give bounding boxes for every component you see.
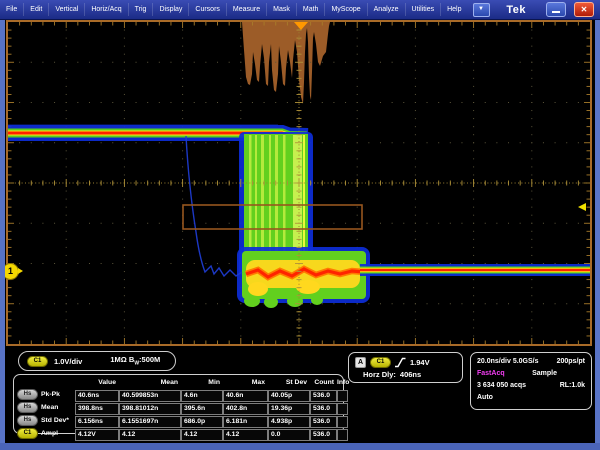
meas-cell: 398.8ns — [75, 403, 119, 415]
window-border-left — [0, 19, 5, 450]
menu-mask[interactable]: Mask — [267, 3, 297, 16]
trigger-source-badge[interactable]: C1 — [370, 357, 391, 368]
trigger-readout-panel[interactable]: A C1 1.94V Horz Dly: 406ns — [348, 352, 463, 383]
meas-cell: 536.0 — [310, 403, 337, 415]
menu-utilities[interactable]: Utilities — [406, 3, 442, 16]
col-header-min: Min — [181, 377, 223, 389]
measurement-table-panel: Value Mean Min Max St Dev Count Info Hs … — [13, 374, 344, 434]
meas-cell: 536.0 — [310, 390, 337, 402]
histogram-source-badge[interactable]: Hs — [17, 402, 38, 413]
resolution-value: 200ps/pt — [557, 356, 585, 368]
channel1-scale: 1.0V/div — [54, 357, 82, 366]
meas-cell: 40.6n — [223, 390, 268, 402]
chevron-down-icon: ▼ — [478, 6, 484, 12]
waveform-display — [8, 22, 590, 344]
menu-myscope[interactable]: MyScope — [325, 3, 367, 16]
menu-vertical[interactable]: Vertical — [49, 3, 85, 16]
time-histogram — [242, 22, 330, 104]
menu-bar: File Edit Vertical Horiz/Acq Trig Displa… — [0, 0, 600, 20]
window-border-right — [595, 19, 600, 450]
meas-cell: 40.599853n — [119, 390, 181, 402]
trigger-level-marker[interactable] — [578, 203, 586, 211]
menu-measure[interactable]: Measure — [227, 3, 267, 16]
meas-cell: 4.6n — [181, 390, 223, 402]
meas-cell — [337, 403, 348, 415]
acq-count: 3 634 050 acqs — [477, 380, 526, 392]
col-header-info: Info — [337, 377, 348, 389]
window-border-bottom — [0, 443, 600, 450]
menu-analyze[interactable]: Analyze — [368, 3, 406, 16]
col-header-mean: Mean — [119, 377, 181, 389]
trigger-level-value: 1.94V — [410, 358, 430, 367]
menu-file[interactable]: File — [0, 3, 24, 16]
acquisition-readout-panel[interactable]: 20.0ns/div 5.0GS/s 200ps/pt FastAcq Samp… — [470, 352, 592, 410]
meas-cell — [337, 390, 348, 402]
col-header-value: Value — [75, 377, 119, 389]
col-header-max: Max — [223, 377, 268, 389]
timebase-value: 20.0ns/div 5.0GS/s — [477, 356, 539, 368]
titlebar-right: Tek ✕ — [506, 2, 600, 17]
trigger-a-badge: A — [355, 357, 366, 368]
meas-cell: 4.938p — [268, 416, 310, 428]
meas-cell: 686.0p — [181, 416, 223, 428]
horz-delay-value: 406ns — [400, 370, 421, 379]
meas-cell — [337, 416, 348, 428]
close-button[interactable]: ✕ — [574, 2, 594, 17]
meas-cell: 4.12 — [223, 429, 268, 441]
menu-help[interactable]: Help — [441, 3, 467, 16]
horz-delay-label: Horz Dly: — [363, 370, 396, 379]
meas-row-label: Hs Mean — [17, 402, 75, 413]
channel1-source-badge[interactable]: C1 — [17, 428, 38, 439]
graticule-crosshair — [8, 22, 590, 344]
meas-cell: 40.05p — [268, 390, 310, 402]
col-header-count: Count — [310, 377, 337, 389]
meas-cell: 402.8n — [223, 403, 268, 415]
meas-cell: 4.12 — [119, 429, 181, 441]
meas-cell: 6.181n — [223, 416, 268, 428]
histogram-source-badge[interactable]: Hs — [17, 415, 38, 426]
oscilloscope-screen: { "window": { "logo": "Tek" }, "icons": … — [0, 0, 600, 450]
menu-horiz-acq[interactable]: Horiz/Acq — [85, 3, 128, 16]
histogram-source-badge[interactable]: Hs — [17, 389, 38, 400]
channel1-arrow-icon — [18, 268, 23, 274]
trace-low-level-noise — [237, 247, 370, 308]
rising-edge-icon — [395, 357, 406, 368]
meas-cell: 6.1551697n — [119, 416, 181, 428]
meas-row-label: Hs Pk-Pk — [17, 389, 75, 400]
trigger-mode: Auto — [477, 392, 493, 404]
meas-cell: 536.0 — [310, 416, 337, 428]
meas-row-label: C1 Ampl — [17, 428, 75, 439]
col-header-stdev: St Dev — [268, 377, 310, 389]
menu-display[interactable]: Display — [153, 3, 189, 16]
minimize-button[interactable] — [546, 2, 566, 17]
meas-cell: 395.6n — [181, 403, 223, 415]
meas-cell — [337, 429, 348, 441]
tek-logo: Tek — [506, 4, 526, 16]
fastacq-status: FastAcq — [477, 368, 505, 380]
channel1-badge[interactable]: C1 — [27, 356, 48, 367]
record-length: RL:1.0k — [560, 380, 585, 392]
trace-rare-event — [186, 136, 242, 276]
meas-cell: 398.81012n — [119, 403, 181, 415]
meas-cell: 6.156ns — [75, 416, 119, 428]
meas-cell: 40.6ns — [75, 390, 119, 402]
channel1-readout-panel[interactable]: C1 1.0V/div 1MΩ BW:500M — [18, 351, 176, 371]
menu-math[interactable]: Math — [297, 3, 326, 16]
measurement-table: Value Mean Min Max St Dev Count Info Hs … — [17, 377, 340, 441]
minimize-icon — [552, 11, 560, 13]
close-icon: ✕ — [581, 6, 588, 14]
menu-dropdown-button[interactable]: ▼ — [473, 3, 490, 17]
menu-cursors[interactable]: Cursors — [189, 3, 227, 16]
meas-cell: 536.0 — [310, 429, 337, 441]
graticule — [6, 20, 592, 346]
channel1-impedance-bw: 1MΩ BW:500M — [110, 355, 160, 367]
meas-cell: 19.36p — [268, 403, 310, 415]
menu-trig[interactable]: Trig — [129, 3, 154, 16]
meas-row-label: Hs Std Dev* — [17, 415, 75, 426]
acq-mode: Sample — [532, 368, 557, 380]
menu-edit[interactable]: Edit — [24, 3, 49, 16]
meas-cell: 4.12V — [75, 429, 119, 441]
meas-cell: 0.0 — [268, 429, 310, 441]
meas-cell: 4.12 — [181, 429, 223, 441]
